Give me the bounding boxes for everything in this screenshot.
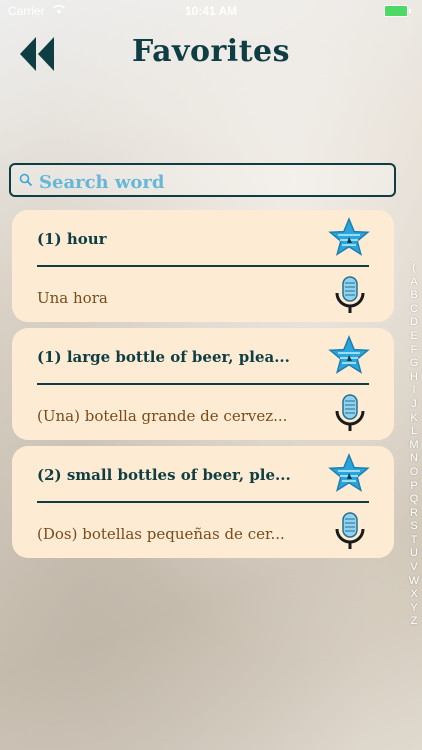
index-letter[interactable]: I: [412, 384, 415, 398]
divider: [37, 501, 369, 503]
index-letter[interactable]: X: [410, 588, 417, 602]
divider: [37, 265, 369, 267]
index-letter[interactable]: J: [411, 398, 417, 412]
spanish-phrase: (Dos) botellas pequeñas de cer...: [37, 525, 285, 543]
index-letter[interactable]: M: [409, 439, 418, 453]
microphone-icon[interactable]: [332, 393, 368, 433]
divider: [37, 383, 369, 385]
index-letter[interactable]: R: [410, 507, 418, 521]
index-letter[interactable]: C: [410, 303, 418, 317]
index-letter[interactable]: A: [410, 276, 417, 290]
index-letter[interactable]: K: [410, 412, 417, 426]
star-icon[interactable]: [328, 453, 370, 493]
index-letter[interactable]: Q: [410, 493, 419, 507]
index-letter[interactable]: D: [410, 316, 418, 330]
alphabet-index[interactable]: ( A B C D E F G H I J K L M N O P Q R S …: [406, 262, 422, 629]
index-letter[interactable]: U: [410, 547, 418, 561]
index-letter[interactable]: E: [410, 330, 417, 344]
index-letter[interactable]: N: [410, 452, 418, 466]
index-letter[interactable]: O: [410, 466, 419, 480]
status-bar: Carrier 10:41 AM: [0, 0, 422, 22]
index-letter[interactable]: G: [410, 357, 419, 371]
favorite-card[interactable]: (1) hour Una hora: [12, 210, 394, 322]
microphone-icon[interactable]: [332, 275, 368, 315]
index-letter[interactable]: L: [411, 425, 417, 439]
star-icon[interactable]: [328, 335, 370, 375]
english-phrase: (1) hour: [37, 230, 107, 248]
spanish-phrase: Una hora: [37, 289, 108, 307]
star-icon[interactable]: [328, 217, 370, 257]
index-letter[interactable]: S: [410, 520, 417, 534]
favorite-card[interactable]: (1) large bottle of beer, plea... (Una) …: [12, 328, 394, 440]
search-icon: [19, 173, 33, 187]
favorite-card[interactable]: (2) small bottles of beer, ple... (Dos) …: [12, 446, 394, 558]
index-letter[interactable]: T: [411, 534, 418, 548]
search-bar[interactable]: [9, 163, 396, 197]
index-letter[interactable]: (: [412, 262, 416, 276]
page-title: Favorites: [131, 34, 291, 69]
search-input[interactable]: [37, 169, 391, 195]
english-phrase: (1) large bottle of beer, plea...: [37, 348, 290, 366]
microphone-icon[interactable]: [332, 511, 368, 551]
spanish-phrase: (Una) botella grande de cervez...: [37, 407, 288, 425]
index-letter[interactable]: Z: [411, 615, 418, 629]
index-letter[interactable]: F: [411, 344, 418, 358]
index-letter[interactable]: V: [410, 561, 417, 575]
index-letter[interactable]: P: [410, 480, 417, 494]
clock: 10:41 AM: [184, 4, 238, 18]
index-letter[interactable]: Y: [410, 602, 417, 616]
index-letter[interactable]: B: [410, 289, 417, 303]
index-letter[interactable]: W: [409, 575, 419, 589]
index-letter[interactable]: H: [410, 371, 418, 385]
battery-icon: [384, 5, 411, 17]
english-phrase: (2) small bottles of beer, ple...: [37, 466, 291, 484]
